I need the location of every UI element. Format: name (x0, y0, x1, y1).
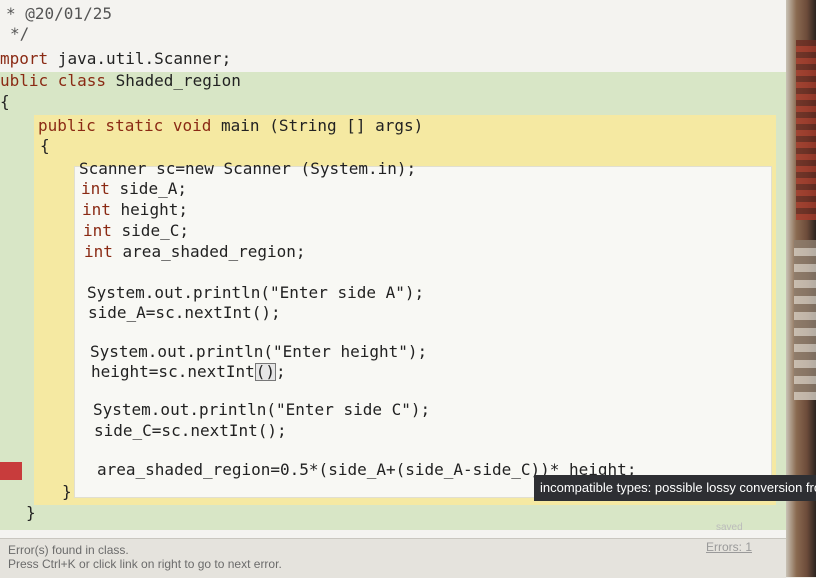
code-line-read-side-a: side_A=sc.nextInt(); (88, 303, 281, 322)
error-line-marker[interactable] (0, 462, 22, 480)
code-line-prompt-height: System.out.println("Enter height"); (90, 342, 428, 361)
code-line-prompt-side-a: System.out.println("Enter side A"); (87, 283, 425, 302)
method-close-brace: } (62, 482, 72, 501)
code-text: area_shaded_region=0.5*(side_A+(side_A-s… (97, 460, 570, 479)
method-signature-line: public static void main (String [] args) (38, 116, 423, 136)
text-cursor-selection[interactable]: () (254, 363, 277, 381)
status-bar: Error(s) found in class. Press Ctrl+K or… (0, 538, 786, 578)
code-line-side-c-decl: int side_C; (83, 221, 189, 241)
background-detail (796, 40, 816, 220)
method-name-params: main (String [] args) (211, 116, 424, 135)
type-keyword: int (81, 179, 110, 198)
class-keyword: ublic class (0, 71, 106, 90)
import-line: mport java.util.Scanner; (0, 49, 231, 69)
saved-indicator: saved (716, 522, 743, 533)
status-hint: Press Ctrl+K or click link on right to g… (8, 557, 282, 571)
class-declaration-line: ublic class Shaded_region (0, 71, 241, 91)
background-detail (794, 240, 816, 400)
var-name: side_C; (111, 221, 189, 240)
code-text: height=sc.nextInt (91, 362, 255, 381)
comment-end-line: */ (10, 24, 30, 43)
import-path: java.util.Scanner; (48, 49, 232, 68)
type-keyword: int (83, 221, 112, 240)
code-line-read-height: height=sc.nextInt(); (91, 362, 286, 382)
code-line-side-a-decl: int side_A; (81, 179, 187, 199)
var-name: height; (110, 200, 188, 219)
status-error-message: Error(s) found in class. (8, 543, 129, 557)
type-keyword: int (82, 200, 111, 219)
class-open-brace: { (0, 92, 10, 111)
var-name: side_A; (109, 179, 187, 198)
import-keyword: mport (0, 49, 49, 68)
code-line-height-decl: int height; (82, 200, 188, 220)
code-line-read-side-c: side_C=sc.nextInt(); (94, 421, 287, 440)
code-line-prompt-side-c: System.out.println("Enter side C"); (93, 400, 431, 419)
code-line-scanner: Scanner sc=new Scanner (System.in); (79, 159, 417, 178)
var-name: area_shaded_region; (112, 242, 306, 261)
errors-link[interactable]: Errors: 1 (706, 540, 752, 554)
class-close-brace: } (26, 503, 36, 522)
code-text: ; (276, 362, 286, 381)
comment-date-line: * @20/01/25 (6, 4, 112, 23)
method-modifiers: public static void (38, 116, 212, 135)
error-tooltip: incompatible types: possible lossy conve… (534, 475, 816, 501)
type-keyword: int (84, 242, 113, 261)
method-open-brace: { (40, 136, 50, 155)
code-line-area-decl: int area_shaded_region; (84, 242, 306, 262)
class-name: Shaded_region (105, 71, 241, 90)
